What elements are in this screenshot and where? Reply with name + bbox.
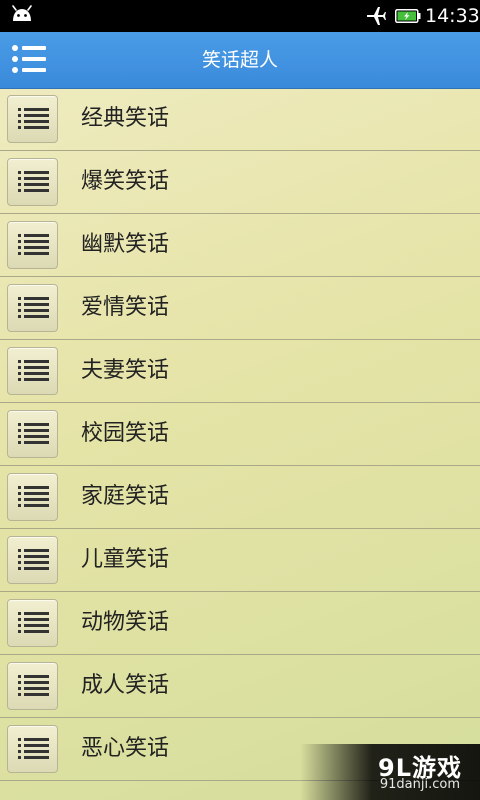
list-item-label: 家庭笑话 [81, 484, 170, 509]
list-item[interactable]: 夫妻笑话 [0, 340, 480, 403]
list-icon [7, 95, 58, 143]
list-icon [7, 158, 58, 206]
list-item-label: 经典笑话 [81, 106, 170, 131]
android-icon [12, 5, 32, 21]
watermark-site: 91danji.com [379, 777, 460, 792]
list-item[interactable]: 经典笑话 [0, 88, 480, 151]
status-clock: 14:33 [425, 5, 480, 27]
list-item-label: 校园笑话 [81, 421, 170, 446]
menu-list-icon[interactable] [8, 40, 50, 80]
list-item[interactable]: 幽默笑话 [0, 214, 480, 277]
list-item-label: 儿童笑话 [81, 547, 170, 572]
list-item-label: 动物笑话 [81, 610, 170, 635]
list-icon [7, 662, 58, 710]
airplane-mode-icon [367, 7, 386, 25]
list-icon [7, 473, 58, 521]
list-icon [7, 536, 58, 584]
list-item-label: 夫妻笑话 [81, 358, 170, 383]
watermark: 9L游戏 91danji.com [300, 744, 480, 800]
status-bar: 14:33 [0, 0, 480, 32]
list-item[interactable]: 成人笑话 [0, 655, 480, 718]
list-item-label: 爆笑笑话 [81, 169, 170, 194]
list-item-label: 成人笑话 [81, 673, 170, 698]
battery-charging-icon [395, 9, 421, 23]
list-item[interactable]: 儿童笑话 [0, 529, 480, 592]
list-icon [7, 599, 58, 647]
list-item-label: 恶心笑话 [81, 736, 170, 761]
list-icon [7, 284, 58, 332]
title-bar: 笑话超人 [0, 32, 480, 89]
list-item[interactable]: 爆笑笑话 [0, 151, 480, 214]
page-title: 笑话超人 [201, 49, 278, 71]
list-item-label: 幽默笑话 [81, 232, 170, 257]
list-icon [7, 347, 58, 395]
list-item[interactable]: 动物笑话 [0, 592, 480, 655]
list-item[interactable]: 校园笑话 [0, 403, 480, 466]
category-list: 经典笑话 爆笑笑话 幽默笑话 爱情笑话 夫妻笑话 校园笑话 家庭笑话 儿童笑话 … [0, 88, 480, 781]
list-item-label: 爱情笑话 [81, 295, 170, 320]
list-icon [7, 725, 58, 773]
list-item[interactable]: 家庭笑话 [0, 466, 480, 529]
list-item[interactable]: 爱情笑话 [0, 277, 480, 340]
list-icon [7, 410, 58, 458]
list-icon [7, 221, 58, 269]
